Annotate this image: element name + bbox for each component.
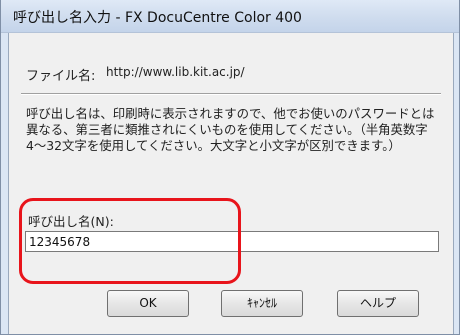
separator xyxy=(21,93,441,95)
dialog-body: ファイル名: http://www.lib.kit.ac.jp/ 呼び出し名は、… xyxy=(8,33,454,334)
window-title: 呼び出し名入力 - FX DocuCentre Color 400 xyxy=(13,10,302,26)
call-name-label: 呼び出し名(N): xyxy=(28,214,114,229)
title-bar[interactable]: 呼び出し名入力 - FX DocuCentre Color 400 xyxy=(1,0,459,33)
cancel-button[interactable]: ｷｬﾝｾﾙ xyxy=(221,290,303,317)
file-name-value: http://www.lib.kit.ac.jp/ xyxy=(106,65,245,79)
dialog-window: 呼び出し名入力 - FX DocuCentre Color 400 ファイル名:… xyxy=(0,0,460,335)
ok-button[interactable]: OK xyxy=(107,290,189,317)
help-button[interactable]: ヘルプ xyxy=(337,290,419,317)
description-text: 呼び出し名は、印刷時に表示されますので、他でお使いのパスワードとは異なる、第三者… xyxy=(26,106,435,153)
file-name-label: ファイル名: xyxy=(26,69,96,84)
call-name-input[interactable] xyxy=(25,231,439,252)
